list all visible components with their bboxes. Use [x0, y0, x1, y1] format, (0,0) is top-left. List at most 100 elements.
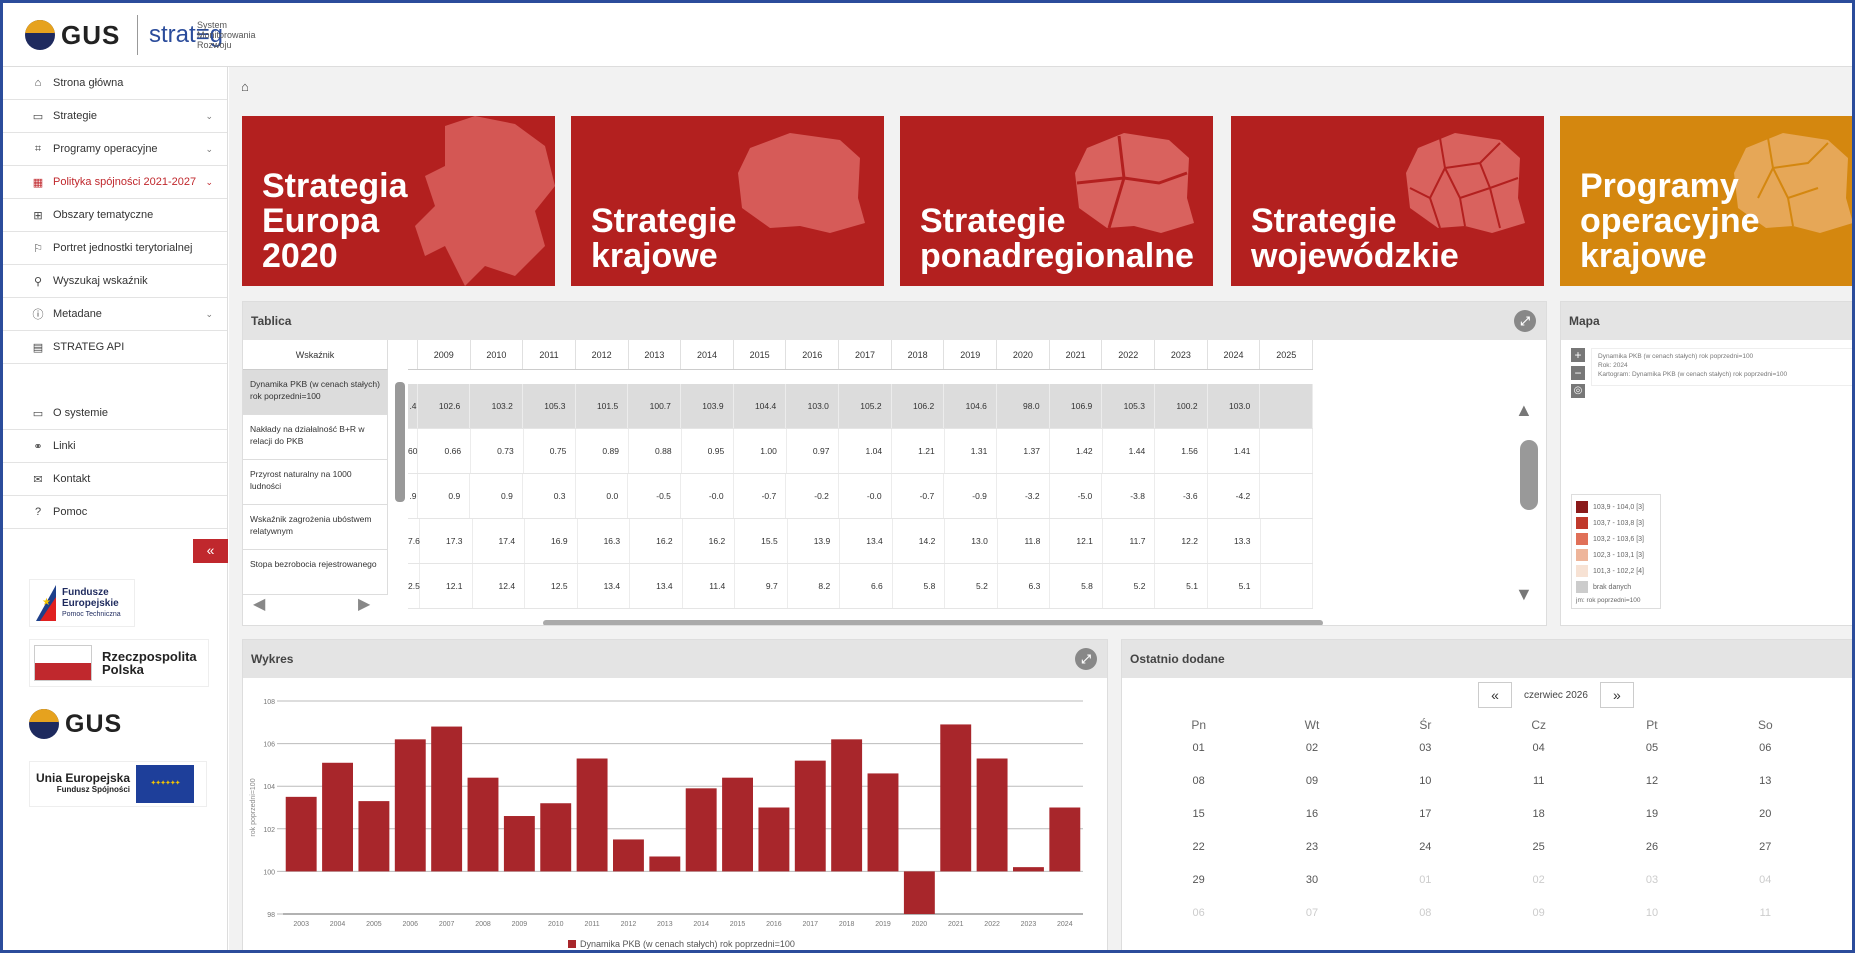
calendar-day[interactable]: 23 — [1255, 841, 1368, 874]
calendar-day[interactable]: 24 — [1369, 841, 1482, 874]
calendar-day[interactable]: 16 — [1255, 808, 1368, 841]
collapse-sidebar-button[interactable]: « — [193, 539, 228, 563]
year-header-cell[interactable]: 2025 — [1260, 340, 1314, 369]
scroll-down-icon[interactable]: ▼ — [1515, 584, 1533, 605]
calendar-day[interactable]: 19 — [1595, 808, 1708, 841]
calendar-day[interactable]: 07 — [1255, 907, 1368, 940]
year-header-cell[interactable]: 2021 — [1050, 340, 1103, 369]
sidebar-item-8[interactable]: ▤ STRATEG API — [3, 331, 227, 364]
tile-programy-operacyjne-krajowe[interactable]: Programy operacyjne krajowe — [1560, 116, 1852, 286]
expand-icon[interactable]: ⤢ — [1514, 310, 1536, 332]
year-header-cell[interactable]: 2023 — [1155, 340, 1208, 369]
zoom-in-icon[interactable]: + — [1571, 348, 1585, 362]
table-hscrollbar[interactable] — [543, 620, 1323, 625]
year-header-cell[interactable]: 2018 — [892, 340, 945, 369]
calendar-day[interactable]: 04 — [1482, 742, 1595, 775]
calendar-day[interactable]: 03 — [1369, 742, 1482, 775]
tile-strategie-ponadregionalne[interactable]: Strategie ponadregionalne — [900, 116, 1213, 286]
calendar-day[interactable]: 26 — [1595, 841, 1708, 874]
year-header-cell[interactable]: 2017 — [839, 340, 892, 369]
sidebar-item-4[interactable]: ⊞ Obszary tematyczne — [3, 199, 227, 232]
indicator-row[interactable]: Nakłady na działalność B+R w relacji do … — [243, 415, 388, 460]
sidebar-secondary-item-2[interactable]: ✉ Kontakt — [3, 463, 227, 496]
calendar-day[interactable]: 09 — [1482, 907, 1595, 940]
year-header-cell[interactable]: 2022 — [1102, 340, 1156, 369]
expand-icon[interactable]: ⤢ — [1075, 648, 1097, 670]
table-row[interactable]: 60 0.66 0.73 0.75 0.89 0.88 0.95 1.00 0.97 1.04 1.… — [408, 429, 1314, 474]
calendar-day[interactable]: 10 — [1369, 775, 1482, 808]
calendar-day[interactable]: 11 — [1482, 775, 1595, 808]
calendar-day[interactable]: 13 — [1709, 775, 1822, 808]
calendar-day[interactable]: 08 — [1142, 775, 1255, 808]
indicator-row[interactable]: Przyrost naturalny na 1000 ludności — [243, 460, 388, 505]
calendar-day[interactable]: 02 — [1255, 742, 1368, 775]
indicator-row[interactable]: Stopa bezrobocia rejestrowanego — [243, 550, 388, 595]
gus-logo[interactable]: GUS — [25, 15, 120, 55]
calendar-prev-button[interactable]: « — [1478, 682, 1512, 708]
calendar-day[interactable]: 29 — [1142, 874, 1255, 907]
sidebar-secondary-item-0[interactable]: ▭ O systemie — [3, 397, 227, 430]
sidebar-item-7[interactable]: ⓘ Metadane ⌄ — [3, 298, 227, 331]
calendar-day[interactable]: 12 — [1595, 775, 1708, 808]
calendar-day[interactable]: 01 — [1369, 874, 1482, 907]
calendar-day[interactable]: 25 — [1482, 841, 1595, 874]
breadcrumb-home-icon[interactable]: ⌂ — [241, 79, 249, 94]
table-row[interactable]: .4 102.6 103.2 105.3 101.5 100.7 103.9 104.4 103… — [408, 384, 1313, 429]
scroll-left-icon[interactable]: ◀ — [253, 594, 265, 614]
table-row[interactable]: 7.6 17.3 17.4 16.9 16.3 16.2 16.2 15.5 13.9 13.4 1… — [408, 519, 1314, 564]
table-cell: -3.2 — [997, 474, 1050, 518]
table-cell: -0.2 — [786, 474, 839, 518]
calendar-day[interactable]: 15 — [1142, 808, 1255, 841]
year-header-cell[interactable]: 2011 — [523, 340, 576, 369]
calendar-day[interactable]: 20 — [1709, 808, 1822, 841]
calendar-day[interactable]: 09 — [1255, 775, 1368, 808]
year-header-cell[interactable]: 2020 — [997, 340, 1050, 369]
year-header-cell[interactable]: 2010 — [471, 340, 524, 369]
scroll-right-icon[interactable]: ▶ — [358, 594, 370, 614]
tile-strategie-krajowe[interactable]: Strategie krajowe — [571, 116, 884, 286]
year-header-cell[interactable]: 2014 — [681, 340, 734, 369]
tile-strategie-wojewodzkie[interactable]: Strategie wojewódzkie — [1231, 116, 1544, 286]
indicator-row[interactable]: Wskaźnik zagrożenia ubóstwem relatywnym — [243, 505, 388, 550]
year-header-cell[interactable]: 2013 — [629, 340, 682, 369]
table-row[interactable]: 2.5 12.1 12.4 12.5 13.4 13.4 11.4 9.7 8.2 6.6 5.8 5… — [408, 564, 1314, 609]
year-header-cell[interactable]: 2019 — [944, 340, 998, 369]
calendar-day[interactable]: 27 — [1709, 841, 1822, 874]
sidebar-item-3[interactable]: ▦ Polityka spójności 2021-2027 ⌄ — [3, 166, 227, 199]
calendar-day[interactable]: 10 — [1595, 907, 1708, 940]
calendar-day[interactable]: 05 — [1595, 742, 1708, 775]
indicator-row[interactable]: Dynamika PKB (w cenach stałych) rok popr… — [243, 370, 388, 415]
tile-strategia-europa-2020[interactable]: Strategia Europa 2020 — [242, 116, 555, 286]
table-row[interactable]: .9 0.9 0.9 0.3 0.0 -0.5 -0.0 -0.7 -0.2 -0.0 -0.7 -0… — [408, 474, 1313, 519]
calendar-day[interactable]: 06 — [1709, 742, 1822, 775]
calendar-day[interactable]: 03 — [1595, 874, 1708, 907]
indicator-scrollbar[interactable] — [395, 382, 405, 502]
calendar-day[interactable]: 17 — [1369, 808, 1482, 841]
calendar-day[interactable]: 11 — [1709, 907, 1822, 940]
calendar-day[interactable]: 02 — [1482, 874, 1595, 907]
calendar-day[interactable]: 22 — [1142, 841, 1255, 874]
sidebar-item-5[interactable]: ⚐ Portret jednostki terytorialnej — [3, 232, 227, 265]
year-header-cell[interactable]: 2012 — [576, 340, 629, 369]
sidebar-item-2[interactable]: ⌗ Programy operacyjne ⌄ — [3, 133, 227, 166]
calendar-day[interactable]: 01 — [1142, 742, 1255, 775]
sidebar-secondary-item-3[interactable]: ? Pomoc — [3, 496, 227, 529]
sidebar-secondary-item-1[interactable]: ⚭ Linki — [3, 430, 227, 463]
calendar-day[interactable]: 30 — [1255, 874, 1368, 907]
table-vscrollbar[interactable] — [1520, 440, 1538, 510]
year-header-cell[interactable]: 2009 — [418, 340, 471, 369]
year-header-cell[interactable]: 2015 — [734, 340, 787, 369]
sidebar-item-1[interactable]: ▭ Strategie ⌄ — [3, 100, 227, 133]
year-header-cell[interactable]: 2024 — [1208, 340, 1261, 369]
calendar-day[interactable]: 08 — [1369, 907, 1482, 940]
zoom-out-icon[interactable]: − — [1571, 366, 1585, 380]
year-header-cell[interactable]: 2016 — [786, 340, 840, 369]
calendar-day[interactable]: 04 — [1709, 874, 1822, 907]
calendar-day[interactable]: 06 — [1142, 907, 1255, 940]
locate-icon[interactable]: ◎ — [1571, 384, 1585, 398]
sidebar-item-6[interactable]: ⚲ Wyszukaj wskaźnik — [3, 265, 227, 298]
calendar-next-button[interactable]: » — [1599, 682, 1634, 708]
sidebar-item-0[interactable]: ⌂ Strona główna — [3, 67, 227, 100]
calendar-day[interactable]: 18 — [1482, 808, 1595, 841]
scroll-up-icon[interactable]: ▲ — [1515, 400, 1533, 421]
